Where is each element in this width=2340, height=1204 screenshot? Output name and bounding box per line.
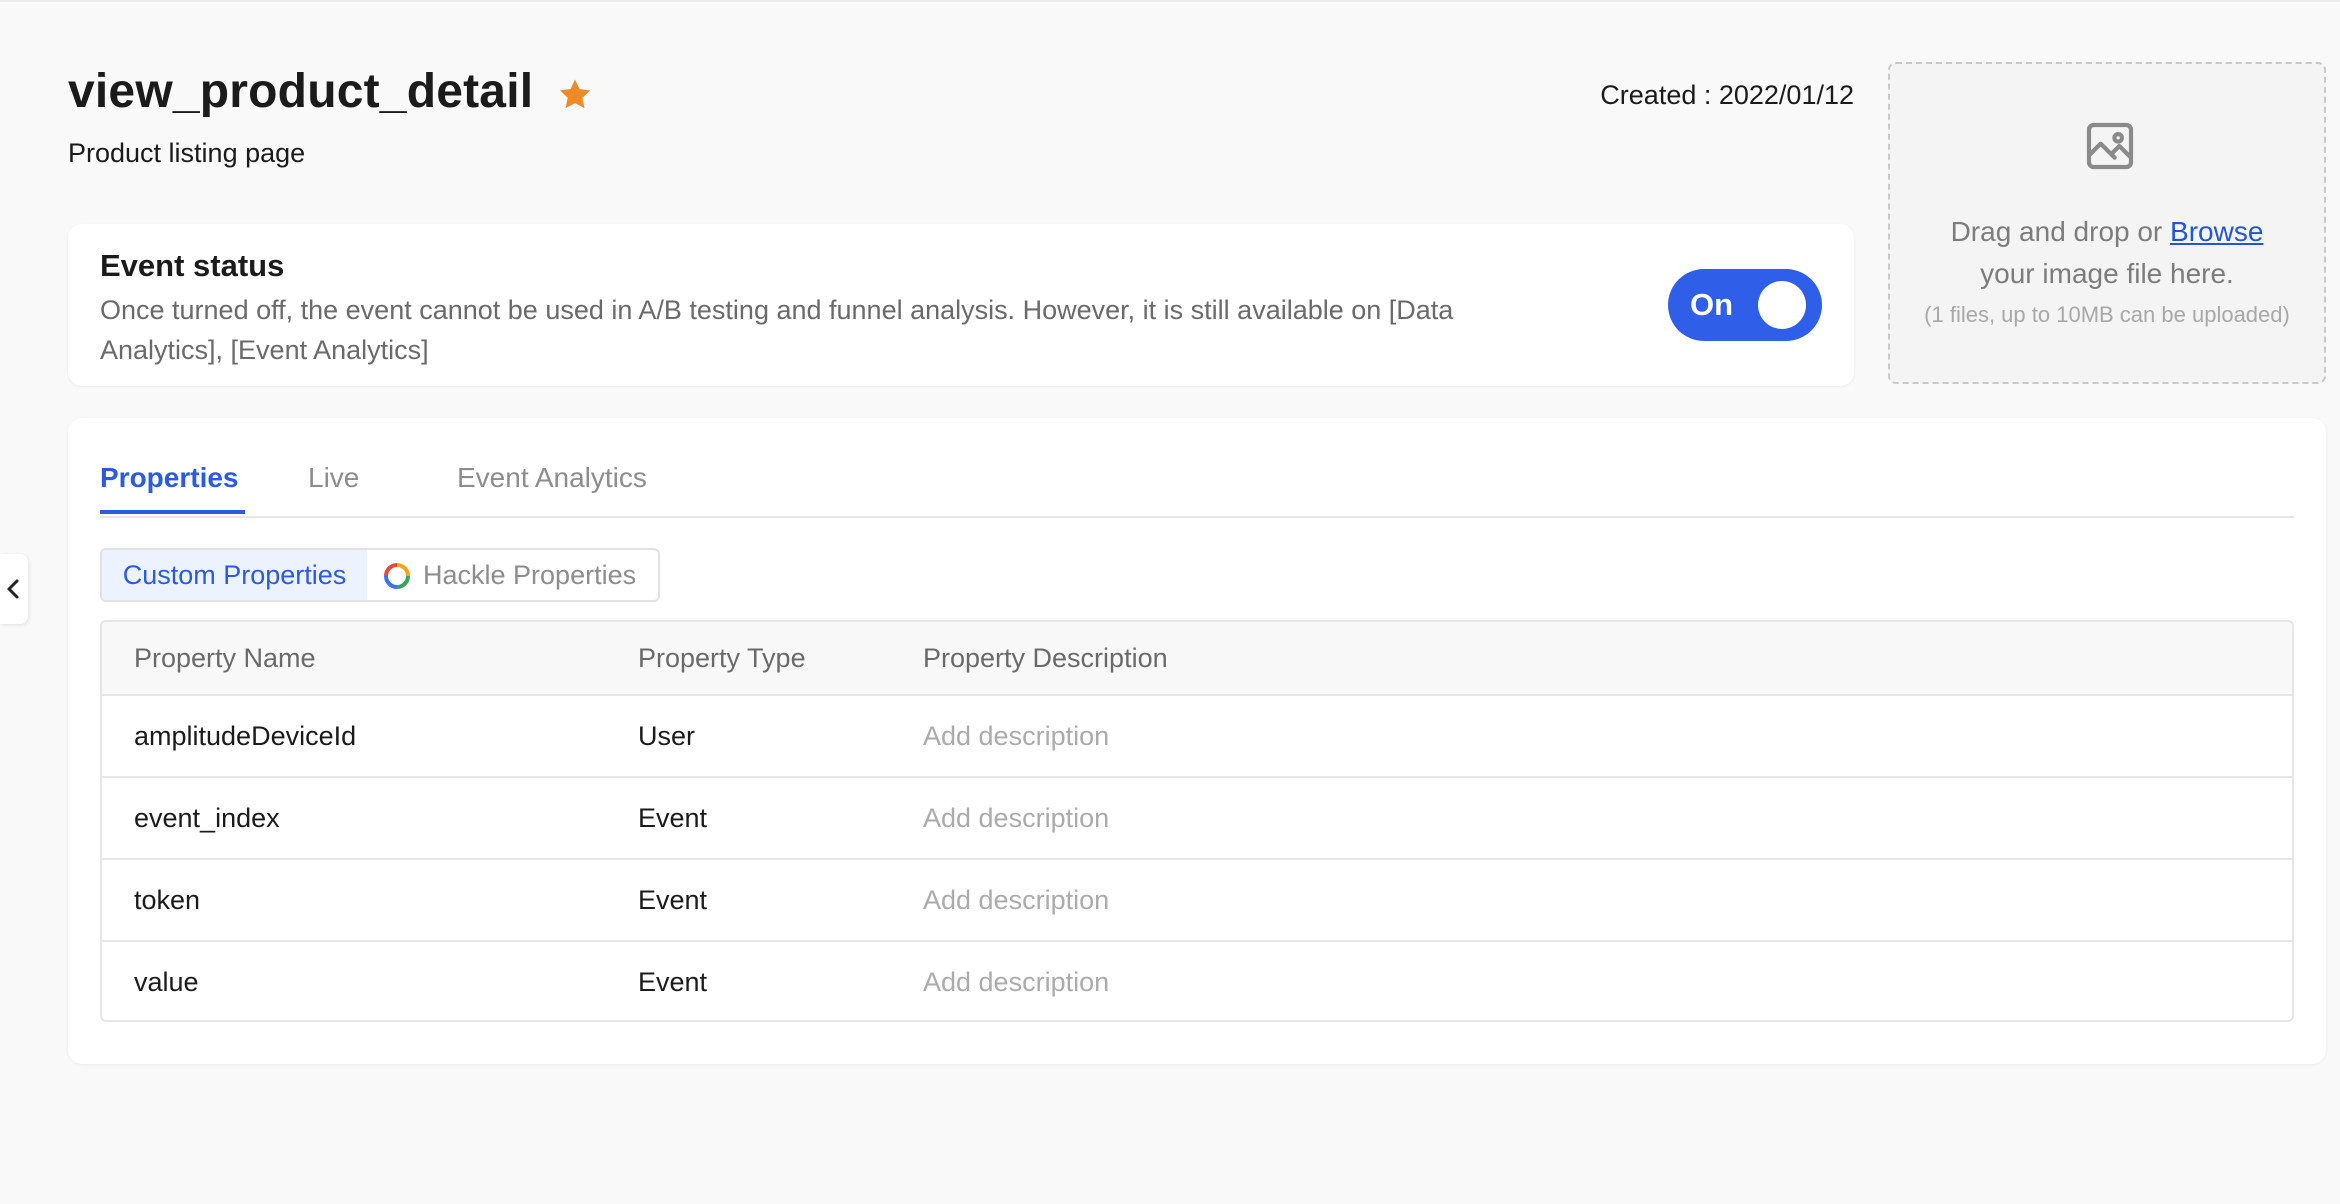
property-name: amplitudeDeviceId bbox=[134, 721, 357, 751]
toggle-label: On bbox=[1690, 287, 1734, 322]
table-row[interactable]: amplitudeDeviceId User Add description bbox=[102, 696, 2292, 778]
column-header-description: Property Description bbox=[923, 643, 1168, 673]
collapse-sidebar-button[interactable] bbox=[0, 554, 28, 624]
hackle-logo-icon bbox=[384, 563, 410, 589]
event-status-title: Event status bbox=[100, 248, 285, 283]
browse-link[interactable]: Browse bbox=[2170, 216, 2263, 247]
upload-instructions: Drag and drop or Browse bbox=[1890, 214, 2324, 250]
table-row[interactable]: token Event Add description bbox=[102, 860, 2292, 942]
upload-hint: (1 files, up to 10MB can be uploaded) bbox=[1924, 302, 2290, 327]
table-row[interactable]: value Event Add description bbox=[102, 942, 2292, 1020]
add-description-field[interactable]: Add description bbox=[923, 718, 1109, 754]
page-title: view_product_detail bbox=[68, 65, 534, 118]
upload-text-line2: your image file here. bbox=[1980, 258, 2234, 289]
event-status-toggle[interactable]: On bbox=[1668, 269, 1822, 341]
add-description-field[interactable]: Add description bbox=[923, 964, 1109, 1000]
add-description-field[interactable]: Add description bbox=[923, 882, 1109, 918]
tab-live[interactable]: Live bbox=[308, 460, 359, 496]
column-header-type: Property Type bbox=[638, 643, 806, 673]
property-type: User bbox=[638, 721, 696, 751]
property-name: token bbox=[134, 885, 201, 915]
add-description-field[interactable]: Add description bbox=[923, 800, 1109, 836]
hackle-properties-label: Hackle Properties bbox=[423, 560, 637, 590]
hackle-properties-button[interactable]: Hackle Properties bbox=[367, 550, 658, 600]
table-header: Property Name Property Type Property Des… bbox=[102, 622, 2292, 696]
property-type: Event bbox=[638, 967, 708, 997]
chevron-left-icon bbox=[7, 579, 19, 599]
property-source-switch: Custom Properties Hackle Properties bbox=[100, 548, 660, 602]
tab-event-analytics[interactable]: Event Analytics bbox=[457, 460, 647, 496]
image-upload-dropzone[interactable]: Drag and drop or Browse your image file … bbox=[1888, 62, 2326, 384]
star-icon[interactable] bbox=[556, 76, 594, 114]
table-row[interactable]: event_index Event Add description bbox=[102, 778, 2292, 860]
tab-properties[interactable]: Properties bbox=[100, 460, 239, 496]
created-date: Created : 2022/01/12 bbox=[1600, 80, 1854, 110]
page-subtitle: Product listing page bbox=[68, 138, 306, 168]
properties-card: Properties Live Event Analytics Custom P… bbox=[68, 418, 2326, 1064]
properties-table: Property Name Property Type Property Des… bbox=[100, 620, 2294, 1022]
event-status-description: Once turned off, the event cannot be use… bbox=[100, 295, 1454, 365]
property-name: event_index bbox=[134, 803, 280, 833]
active-tab-indicator bbox=[100, 510, 245, 514]
property-type: Event bbox=[638, 803, 708, 833]
column-header-name: Property Name bbox=[134, 643, 316, 673]
image-icon bbox=[2086, 122, 2134, 170]
property-type: Event bbox=[638, 885, 708, 915]
top-border bbox=[0, 0, 2340, 2]
tab-bar: Properties Live Event Analytics bbox=[100, 418, 2294, 518]
custom-properties-button[interactable]: Custom Properties bbox=[102, 550, 367, 600]
toggle-knob bbox=[1758, 281, 1806, 329]
event-status-card: Event status Once turned off, the event … bbox=[68, 224, 1854, 386]
upload-text: Drag and drop or bbox=[1950, 216, 2171, 247]
property-name: value bbox=[134, 967, 199, 997]
